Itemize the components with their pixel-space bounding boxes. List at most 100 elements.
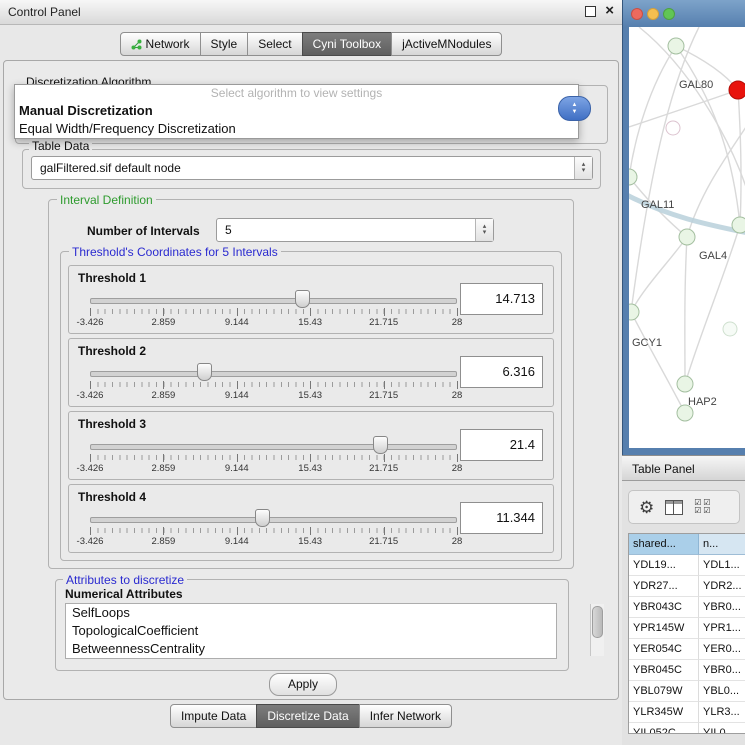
gear-icon[interactable]: ⚙	[639, 499, 654, 516]
tick-label: 9.144	[225, 536, 249, 547]
table-cell[interactable]: YBR043C	[629, 597, 699, 618]
threshold-slider[interactable]: -3.426 2.859 9.144 15.43 21.715 28	[90, 288, 457, 328]
table-cell[interactable]: YIL0...	[699, 723, 745, 734]
list-item[interactable]: TopologicalCoefficient	[66, 622, 556, 640]
number-of-intervals-combobox[interactable]: 5 ▴▾	[216, 218, 494, 242]
tab-infer-network[interactable]: Infer Network	[359, 704, 452, 728]
network-node[interactable]	[629, 304, 639, 320]
zoom-traffic-light[interactable]	[663, 8, 675, 20]
selected-network-node[interactable]	[729, 81, 745, 99]
table-data-group-title: Table Data	[29, 139, 92, 153]
threshold-value-field[interactable]: 21.4	[460, 429, 543, 461]
table-cell[interactable]: YDL1...	[699, 555, 745, 576]
table-row[interactable]: YBL079W YBL0...	[629, 681, 745, 702]
tab-style[interactable]: Style	[200, 32, 249, 56]
algorithm-combo-button[interactable]: ▲ ▼	[558, 96, 591, 121]
tick-label: 21.715	[369, 536, 398, 547]
algorithm-option-manual[interactable]: Manual Discretization	[15, 102, 578, 120]
table-row[interactable]: YPR145W YPR1...	[629, 618, 745, 639]
network-node[interactable]	[629, 169, 637, 185]
threshold-slider[interactable]: -3.426 2.859 9.144 15.43 21.715 28	[90, 507, 457, 547]
network-node[interactable]	[677, 376, 693, 392]
select-columns-icon[interactable]: ☑☑ ☑☑	[694, 499, 712, 515]
screen: Control Panel × Network Style	[0, 0, 745, 745]
table-data-combobox[interactable]: galFiltered.sif default node ▴▾	[31, 156, 593, 180]
tab-network[interactable]: Network	[120, 32, 201, 56]
table-cell[interactable]: YBL079W	[629, 681, 699, 702]
slider-track[interactable]	[90, 517, 457, 523]
threshold-value-field[interactable]: 14.713	[460, 283, 543, 315]
column-header-name[interactable]: n...	[699, 534, 745, 555]
table-toolbar: ⚙ ☑☑ ☑☑	[628, 490, 740, 524]
table-cell[interactable]: YDR2...	[699, 576, 745, 597]
list-scrollbar[interactable]	[590, 604, 604, 656]
numerical-attributes-list[interactable]: SelfLoops TopologicalCoefficient Between…	[65, 603, 557, 659]
tick-label: 28	[452, 463, 463, 474]
slider-thumb[interactable]	[255, 509, 270, 527]
table-cell[interactable]: YPR145W	[629, 618, 699, 639]
table-row[interactable]: YBR045C YBR0...	[629, 660, 745, 681]
apply-button[interactable]: Apply	[269, 673, 337, 696]
tick	[384, 454, 385, 462]
table-cell[interactable]: YBR0...	[699, 660, 745, 681]
tab-impute-data[interactable]: Impute Data	[170, 704, 257, 728]
minimize-traffic-light[interactable]	[647, 8, 659, 20]
slider-thumb[interactable]	[373, 436, 388, 454]
threshold-slider[interactable]: -3.426 2.859 9.144 15.43 21.715 28	[90, 434, 457, 474]
float-window-icon[interactable]	[585, 6, 596, 17]
table-cell[interactable]: YIL052C	[629, 723, 699, 734]
node-label: GCY1	[632, 337, 662, 349]
network-node[interactable]	[723, 322, 737, 336]
network-node[interactable]	[679, 229, 695, 245]
table-row[interactable]: YDL19... YDL1...	[629, 555, 745, 576]
table-cell[interactable]: YBR045C	[629, 660, 699, 681]
threshold-value-field[interactable]: 11.344	[460, 502, 543, 534]
table-row[interactable]: YDR27... YDR2...	[629, 576, 745, 597]
slider-thumb[interactable]	[197, 363, 212, 381]
close-traffic-light[interactable]	[631, 8, 643, 20]
columns-icon[interactable]	[665, 500, 683, 515]
table-cell[interactable]: YER054C	[629, 639, 699, 660]
list-item[interactable]: BetweennessCentrality	[66, 640, 556, 658]
list-item[interactable]: SelfLoops	[66, 604, 556, 622]
table-row[interactable]: YIL052C YIL0...	[629, 723, 745, 734]
tab-discretize-data[interactable]: Discretize Data	[256, 704, 359, 728]
threshold-value-field[interactable]: 6.316	[460, 356, 543, 388]
column-header-shared-name[interactable]: shared...	[629, 534, 699, 555]
table-cell[interactable]: YPR1...	[699, 618, 745, 639]
table-cell[interactable]: YLR3...	[699, 702, 745, 723]
network-canvas[interactable]: GAL80 GAL11 GAL4 GCY1 HAP2	[629, 27, 745, 448]
table-row[interactable]: YLR345W YLR3...	[629, 702, 745, 723]
table-cell[interactable]: YBR0...	[699, 597, 745, 618]
network-node[interactable]	[732, 217, 745, 233]
threshold-3-panel: Threshold 3 21.4 -3.426 2.859 9.144 15.4…	[68, 411, 554, 480]
tab-select[interactable]: Select	[247, 32, 302, 56]
table-row[interactable]: YER054C YER0...	[629, 639, 745, 660]
top-tab-bar: Network Style Select Cyni Toolbox jActiv…	[0, 32, 622, 56]
table-cell[interactable]: YLR345W	[629, 702, 699, 723]
close-icon[interactable]: ×	[605, 4, 614, 18]
slider-track[interactable]	[90, 298, 457, 304]
slider-track[interactable]	[90, 444, 457, 450]
table-cell[interactable]: YER0...	[699, 639, 745, 660]
table-row[interactable]: YBR043C YBR0...	[629, 597, 745, 618]
slider-track[interactable]	[90, 371, 457, 377]
table-cell[interactable]: YDL19...	[629, 555, 699, 576]
slider-thumb[interactable]	[295, 290, 310, 308]
threshold-slider[interactable]: -3.426 2.859 9.144 15.43 21.715 28	[90, 361, 457, 401]
network-node[interactable]	[666, 121, 680, 135]
tick	[384, 527, 385, 535]
scrollbar-thumb[interactable]	[592, 606, 603, 638]
tick-label: -3.426	[77, 317, 104, 328]
network-node[interactable]	[668, 38, 684, 54]
bottom-tab-bar: Impute Data Discretize Data Infer Networ…	[0, 704, 622, 728]
algorithm-option-equal-width[interactable]: Equal Width/Frequency Discretization	[15, 120, 578, 138]
table-cell[interactable]: YDR27...	[629, 576, 699, 597]
tab-jactivemnodules[interactable]: jActiveMNodules	[391, 32, 502, 56]
tick-label: 9.144	[225, 463, 249, 474]
combo-stepper-icon[interactable]: ▴▾	[574, 157, 592, 179]
combo-stepper-icon[interactable]: ▴▾	[475, 219, 493, 241]
table-cell[interactable]: YBL0...	[699, 681, 745, 702]
tick	[384, 308, 385, 316]
tab-cyni-toolbox[interactable]: Cyni Toolbox	[302, 32, 392, 56]
